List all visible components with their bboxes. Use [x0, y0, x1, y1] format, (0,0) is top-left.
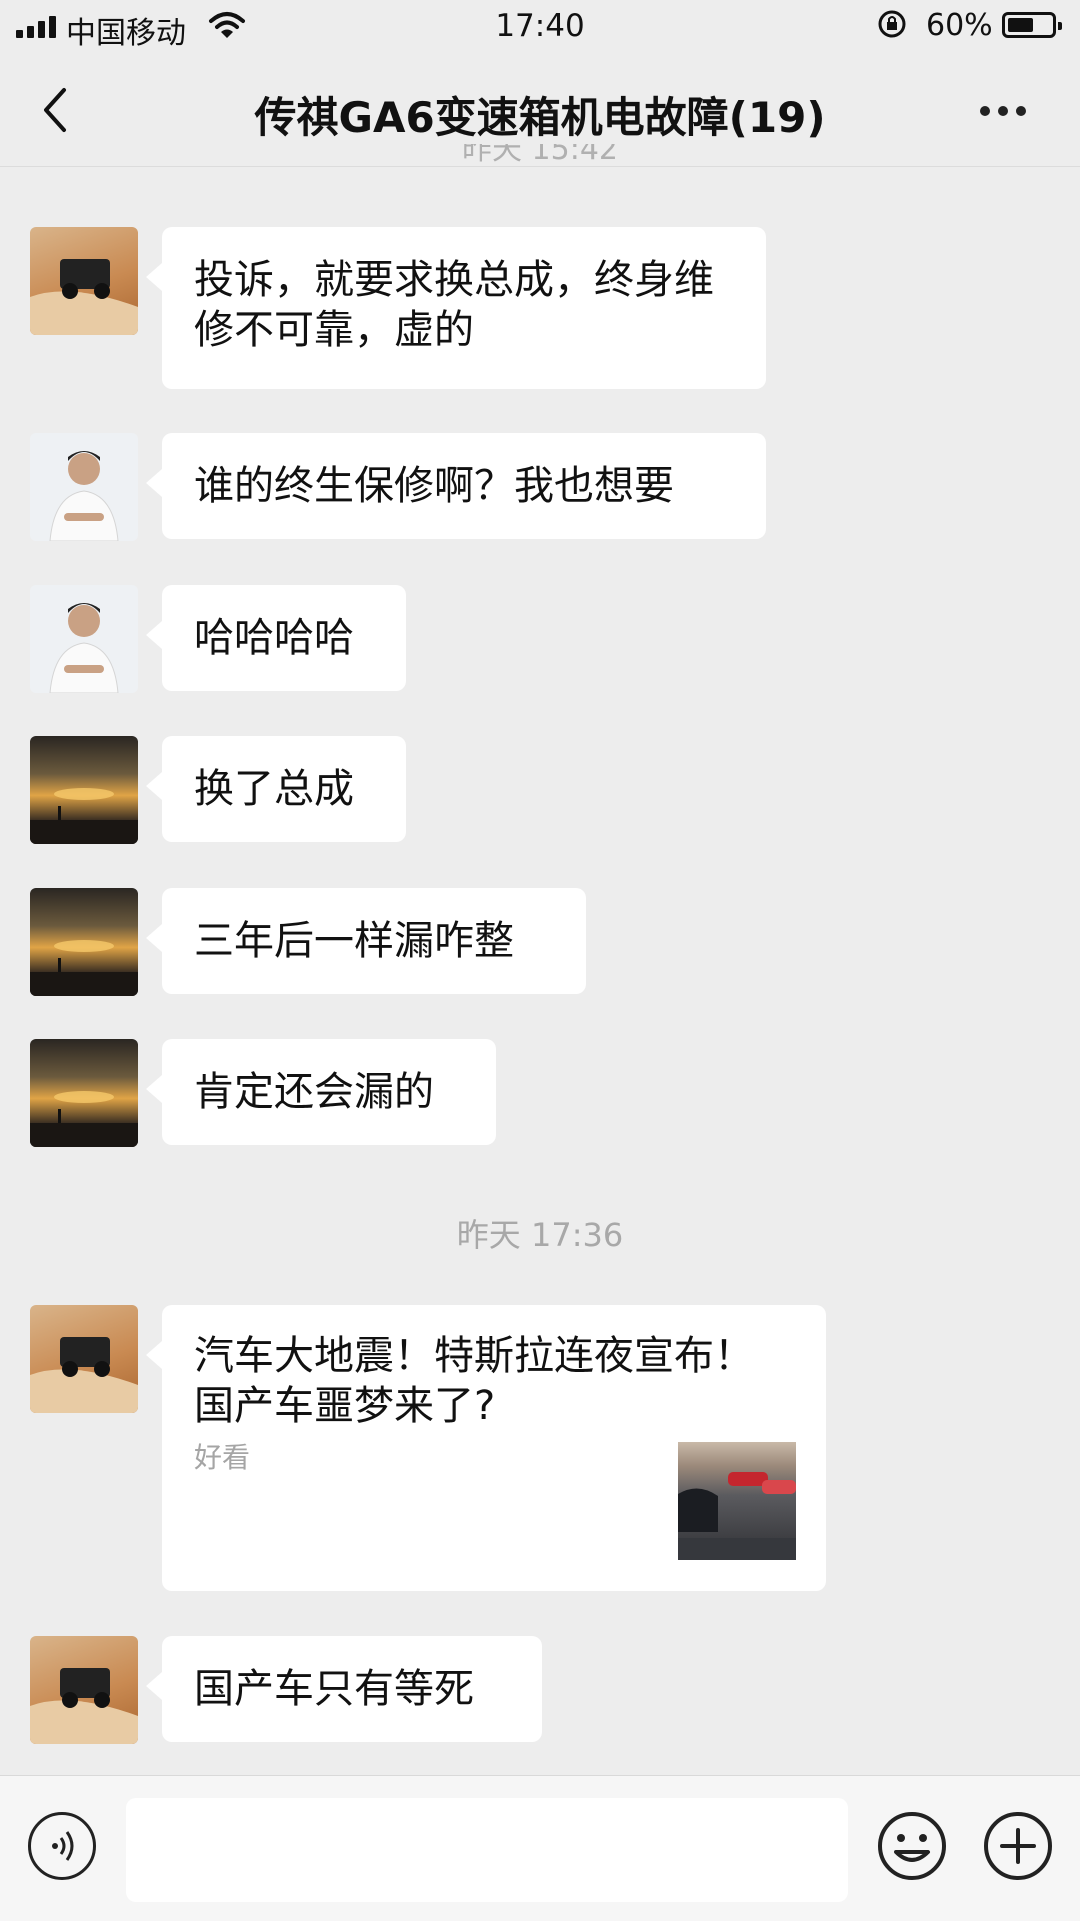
- message-text: 哈哈哈哈: [194, 615, 354, 661]
- message-text: 投诉，就要求换总成，终身维修不可靠，虚的: [194, 257, 714, 353]
- message-text: 谁的终生保修啊？我也想要: [194, 463, 674, 509]
- link-card[interactable]: 汽车大地震！特斯拉连夜宣布！国产车噩梦来了? 好看: [146, 1305, 826, 1591]
- desert-jeep-avatar: [30, 1337, 138, 1413]
- avatar[interactable]: [30, 1039, 138, 1147]
- earlier-timestamp-cutoff: 昨天 15:42: [462, 144, 618, 167]
- message-bubble[interactable]: 换了总成: [146, 736, 406, 842]
- avatar[interactable]: [30, 1636, 138, 1744]
- message-bubble[interactable]: 投诉，就要求换总成，终身维修不可靠，虚的: [146, 227, 766, 389]
- man-white-shirt-avatar: [49, 603, 119, 693]
- message-text: 三年后一样漏咋整: [194, 918, 514, 964]
- link-source: 好看: [194, 1441, 251, 1474]
- voice-icon[interactable]: [28, 1812, 96, 1880]
- message-bubble[interactable]: 谁的终生保修啊？我也想要: [146, 433, 766, 539]
- chat-timestamp: 昨天 17:36: [456, 1216, 624, 1254]
- man-white-shirt-avatar: [49, 451, 119, 541]
- message-bubble[interactable]: 肯定还会漏的: [146, 1039, 496, 1145]
- message-bubble[interactable]: 三年后一样漏咋整: [146, 888, 586, 994]
- message-bubble[interactable]: 哈哈哈哈: [146, 585, 406, 691]
- avatar[interactable]: [30, 888, 138, 996]
- avatar[interactable]: [30, 227, 138, 335]
- avatar[interactable]: [30, 736, 138, 844]
- input-bar: [0, 1775, 1080, 1921]
- avatar[interactable]: [30, 433, 138, 541]
- link-title: 汽车大地震！特斯拉连夜宣布！国产车噩梦来了?: [194, 1333, 754, 1429]
- avatar[interactable]: [30, 1305, 138, 1413]
- sunset-lake-avatar: [30, 940, 138, 996]
- battery-percent: 60%: [926, 8, 993, 43]
- avatar[interactable]: [30, 585, 138, 693]
- chat-title: 传祺GA6变速箱机电故障(19): [254, 93, 826, 142]
- desert-jeep-avatar: [30, 1668, 138, 1744]
- sunset-lake-avatar: [30, 1091, 138, 1147]
- plus-icon[interactable]: [982, 1810, 1054, 1882]
- battery-icon: [1002, 12, 1062, 38]
- message-bubble[interactable]: 国产车只有等死: [146, 1636, 542, 1742]
- rotation-lock-icon: [878, 10, 906, 38]
- tesla-cars-thumbnail: [678, 1472, 796, 1560]
- desert-jeep-avatar: [30, 259, 138, 335]
- status-bar: 中国移动 17:40 60%: [0, 0, 1080, 56]
- emoji-icon[interactable]: [876, 1810, 948, 1882]
- more-options-icon[interactable]: [980, 106, 1026, 116]
- message-text: 肯定还会漏的: [194, 1069, 434, 1115]
- sunset-lake-avatar: [30, 788, 138, 844]
- message-input[interactable]: [126, 1798, 848, 1902]
- message-text: 国产车只有等死: [194, 1666, 474, 1712]
- message-text: 换了总成: [194, 766, 354, 812]
- clock: 17:40: [495, 8, 585, 44]
- link-thumbnail: [678, 1442, 796, 1560]
